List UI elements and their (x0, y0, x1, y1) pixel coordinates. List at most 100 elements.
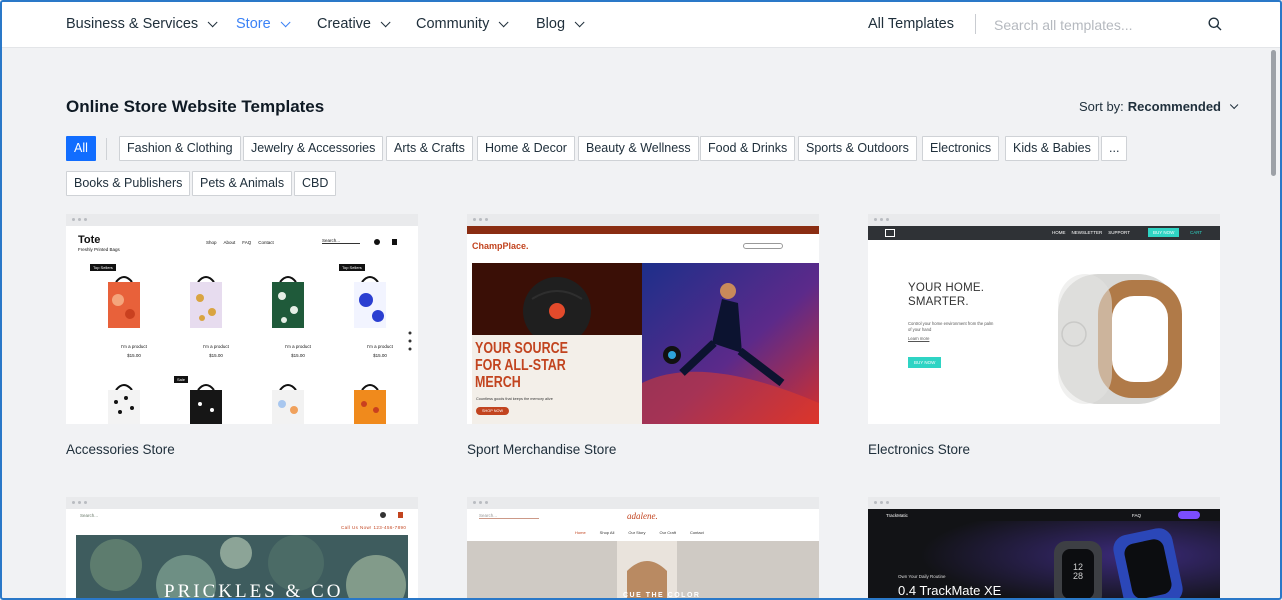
preview-headline: CUE THE COLOR (623, 592, 701, 599)
filter-chip-arts[interactable]: Arts & Crafts (386, 136, 473, 161)
preview-price: $15.00 (127, 353, 141, 358)
preview-watch-time: 12 28 (1072, 562, 1083, 581)
browser-bar (868, 214, 1220, 226)
preview-headline: 0.4 TrackMate XE (898, 583, 1002, 598)
preview-search: Search... (479, 513, 539, 519)
preview-menu-item: FAQ (1132, 513, 1142, 518)
athlete-hero-image (642, 263, 819, 424)
template-thumbnail[interactable]: HOME NEWSLETTER SUPPORT BUY NOW CART YOU… (868, 214, 1220, 424)
template-thumbnail[interactable]: Search... adalene. Home Shop All Our Sto… (467, 497, 819, 599)
filter-chip-home[interactable]: Home & Decor (477, 136, 575, 161)
preview-hero-left: YOUR SOURCE FOR ALL-STAR MERCH Countless… (472, 263, 642, 424)
browser-bar (66, 214, 418, 226)
nav-label: Blog (536, 16, 566, 32)
smart-device-image (1058, 274, 1182, 404)
browser-bar (467, 214, 819, 226)
preview-brand: TrackMatic (886, 513, 908, 518)
template-card-adalene[interactable]: Search... adalene. Home Shop All Our Sto… (467, 497, 819, 599)
filter-chip-kids[interactable]: Kids & Babies (1005, 136, 1099, 161)
social-icons (408, 331, 412, 351)
preview-headline-1: YOUR SOURCE (475, 340, 568, 357)
preview-subtitle: Countless goods that keeps the memory al… (476, 397, 553, 401)
template-title[interactable]: Sport Merchandise Store (467, 442, 616, 457)
nav-store[interactable]: Store (236, 16, 291, 32)
filter-chip-books[interactable]: Books & Publishers (66, 171, 191, 196)
preview-menu-item: Contact (258, 240, 274, 245)
template-card-prickles[interactable]: Search... Call Us Now! 123-456-7890 PRIC… (66, 497, 418, 598)
all-templates-link[interactable]: All Templates (868, 16, 954, 32)
preview-badge: Top Sellers (339, 264, 365, 271)
filter-chip-sports[interactable]: Sports & Outdoors (798, 136, 917, 161)
preview-headline-1: YOUR HOME. (908, 282, 985, 294)
filter-chip-food[interactable]: Food & Drinks (700, 136, 796, 161)
template-card-sport-merchandise[interactable]: ChampPlace. YOUR SOURCE FOR ALL-STAR MER… (467, 214, 819, 464)
account-cart-icon (374, 239, 397, 245)
preview-menu-item: Shop (206, 240, 217, 245)
preview-price: $15.00 (291, 353, 305, 358)
preview-announcement-bar (467, 226, 819, 234)
preview-menu-item: Shop All (599, 530, 615, 535)
top-navigation: Business & Services Store Creative Commu… (2, 2, 1280, 48)
filter-chip-fashion[interactable]: Fashion & Clothing (119, 136, 241, 161)
preview-menu-item: Contact (689, 530, 704, 535)
browser-bar (66, 497, 418, 509)
template-card-trackmatic[interactable]: TrackMatic FAQ 12 28 Own Your Daily Rout… (868, 497, 1220, 598)
preview-headline-3: MERCH (475, 374, 521, 391)
preview-search-box (743, 243, 783, 249)
preview-product-name: I'm a product (203, 344, 229, 349)
search-icon[interactable] (1208, 17, 1222, 31)
preview-logo (885, 229, 895, 237)
preview-tagline: Freshly Printed Bags (78, 247, 120, 252)
preview-cart: CART (1190, 230, 1203, 235)
sort-dropdown[interactable]: Sort by: Recommended (1079, 99, 1239, 114)
preview-menu-item: Our Story (628, 530, 646, 535)
filter-chip-beauty[interactable]: Beauty & Wellness (578, 136, 699, 161)
preview-menu-item: SUPPORT (1108, 230, 1130, 235)
preview-headline-2: FOR ALL-STAR (475, 357, 566, 374)
filter-chip-electronics[interactable]: Electronics (922, 136, 1000, 161)
preview-cta-button: SHOP NOW (476, 407, 510, 415)
preview-menu-button (1178, 511, 1200, 519)
browser-viewport: Business & Services Store Creative Commu… (0, 0, 1282, 600)
chevron-down-icon (380, 16, 391, 27)
template-thumbnail[interactable]: Search... Call Us Now! 123-456-7890 PRIC… (66, 497, 418, 598)
template-card-electronics[interactable]: HOME NEWSLETTER SUPPORT BUY NOW CART YOU… (868, 214, 1220, 464)
chevron-down-icon (574, 16, 585, 27)
preview-learn-more: Learn more (908, 336, 930, 341)
preview-brand: Tote (78, 234, 101, 246)
preview-menu-item: Our Craft (659, 530, 676, 535)
preview-product-name: I'm a product (367, 344, 393, 349)
preview-menu-item: Home (575, 530, 586, 535)
filter-chip-cbd[interactable]: CBD (294, 171, 337, 196)
template-thumbnail[interactable]: TrackMatic FAQ 12 28 Own Your Daily Rout… (868, 497, 1220, 598)
nav-community[interactable]: Community (416, 16, 509, 32)
template-title[interactable]: Accessories Store (66, 442, 175, 457)
preview-headline-2: SMARTER. (908, 296, 969, 308)
template-thumbnail[interactable]: ChampPlace. YOUR SOURCE FOR ALL-STAR MER… (467, 214, 819, 424)
preview-menu-item: FAQ (242, 240, 252, 245)
template-card-accessories[interactable]: Tote Freshly Printed Bags Shop About FAQ… (66, 214, 418, 464)
nav-creative[interactable]: Creative (317, 16, 391, 32)
preview-menu-item: About (223, 240, 236, 245)
chevron-down-icon (1229, 100, 1239, 109)
filter-chip-all[interactable]: All (66, 136, 96, 161)
filter-chip-pets[interactable]: Pets & Animals (192, 171, 293, 196)
filter-divider (106, 138, 107, 160)
chevron-down-icon (280, 16, 291, 27)
nav-label: Store (236, 16, 271, 32)
preview-subtitle: Control your home environment from the p… (908, 321, 994, 332)
filter-more-button[interactable]: ... (1101, 136, 1128, 161)
search-input[interactable] (994, 10, 1194, 40)
template-thumbnail[interactable]: Tote Freshly Printed Bags Shop About FAQ… (66, 214, 418, 424)
preview-menu: HOME NEWSLETTER SUPPORT (1052, 230, 1130, 235)
scrollbar-thumb[interactable] (1271, 50, 1276, 176)
filter-chip-jewelry[interactable]: Jewelry & Accessories (243, 136, 384, 161)
nav-blog[interactable]: Blog (536, 16, 585, 32)
template-title[interactable]: Electronics Store (868, 442, 970, 457)
preview-subtitle: Own Your Daily Routine (898, 574, 946, 579)
browser-bar (868, 497, 1220, 509)
preview-menu: Shop About FAQ Contact (206, 240, 274, 245)
nav-label: Community (416, 16, 490, 32)
soccer-ball-image (523, 277, 591, 335)
nav-business-services[interactable]: Business & Services (66, 16, 218, 32)
